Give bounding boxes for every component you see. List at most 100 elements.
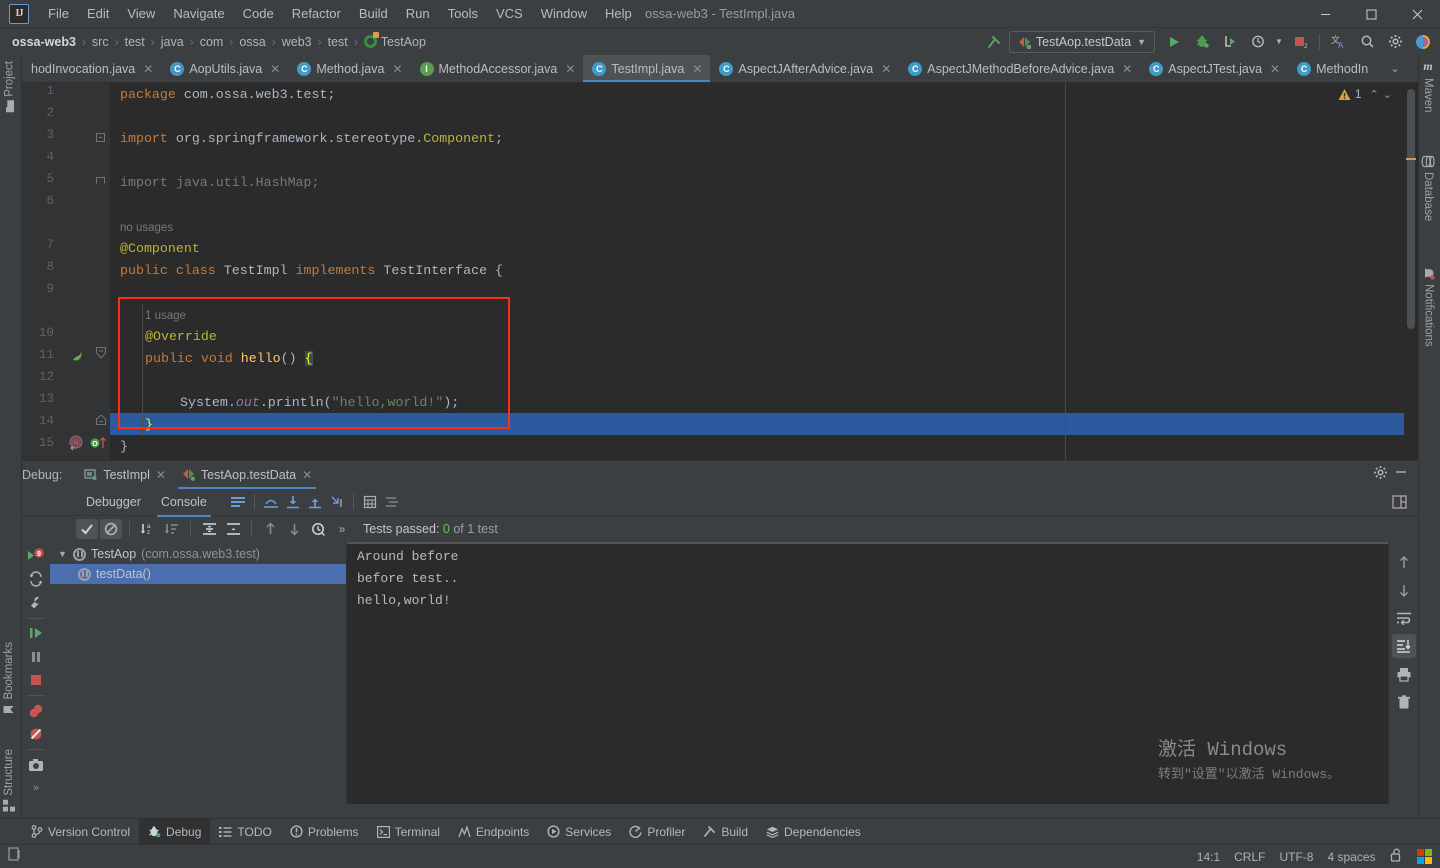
more-icon[interactable]: » [23, 776, 49, 800]
maximize-button[interactable] [1348, 0, 1394, 28]
close-icon[interactable]: ✕ [143, 62, 153, 76]
sidebar-item-structure[interactable]: Structure [3, 749, 15, 812]
trash-icon[interactable] [1392, 690, 1416, 714]
menu-run[interactable]: Run [397, 3, 439, 24]
evaluate-expression-icon[interactable] [359, 492, 381, 512]
run-with-coverage-icon[interactable] [1217, 31, 1243, 53]
editor-scrollbar[interactable] [1404, 83, 1418, 460]
editor-code-area[interactable]: package com.ossa.web3.test; import org.s… [110, 83, 1418, 460]
sidebar-item-maven[interactable]: m Maven [1422, 59, 1434, 113]
step-out-icon[interactable] [260, 492, 282, 512]
close-icon[interactable]: ✕ [156, 468, 166, 482]
run-icon[interactable] [1161, 31, 1187, 53]
menu-tools[interactable]: Tools [439, 3, 487, 24]
prev-problem-icon[interactable]: ⌃ [1370, 88, 1379, 101]
close-icon[interactable]: ✕ [881, 62, 891, 76]
menu-edit[interactable]: Edit [78, 3, 118, 24]
print-icon[interactable] [1392, 662, 1416, 686]
chevron-down-icon[interactable]: ▼ [1273, 31, 1285, 53]
breadcrumb-item-test[interactable]: test [121, 33, 149, 51]
tool-window-build[interactable]: Build [694, 819, 757, 845]
search-icon[interactable] [1354, 31, 1380, 53]
indent-setting[interactable]: 4 spaces [1327, 850, 1375, 864]
ide-assistant-icon[interactable] [1410, 31, 1436, 53]
translate-icon[interactable]: 文A [1326, 31, 1352, 53]
close-icon[interactable]: ✕ [302, 468, 312, 482]
test-tree-row-testaop[interactable]: ▼ TestAop (com.ossa.web3.test) [50, 544, 346, 564]
tool-window-todo[interactable]: TODO [210, 819, 280, 845]
history-icon[interactable] [307, 519, 329, 539]
caret-position[interactable]: 14:1 [1197, 850, 1220, 864]
fold-region-end-icon[interactable] [96, 414, 106, 429]
breadcrumb-item-src[interactable]: src [88, 33, 113, 51]
close-button[interactable] [1394, 0, 1440, 28]
scroll-to-end-icon[interactable] [1391, 634, 1416, 658]
next-problem-icon[interactable]: ⌄ [1383, 88, 1392, 101]
sidebar-item-bookmarks[interactable]: Bookmarks [3, 642, 15, 716]
stop-icon[interactable]: 2 [1287, 31, 1313, 53]
more-icon[interactable]: » [331, 519, 353, 539]
down-arrow-icon[interactable] [1392, 578, 1416, 602]
sort-by-duration-icon[interactable] [161, 519, 183, 539]
menu-vcs[interactable]: VCS [487, 3, 532, 24]
editor-tab-method[interactable]: C Method.java ✕ [288, 55, 410, 82]
menu-refactor[interactable]: Refactor [283, 3, 350, 24]
step-over-icon[interactable] [23, 621, 49, 645]
console-output[interactable]: Around before before test.. hello,world!… [347, 542, 1388, 804]
test-results-tree[interactable]: ▼ TestAop (com.ossa.web3.test) testData(… [50, 542, 347, 804]
muted-breakpoint-icon[interactable]: Ⓜ [68, 435, 86, 457]
spring-bean-icon[interactable] [70, 349, 84, 367]
warning-marker[interactable] [1406, 158, 1416, 160]
layout-settings-icon[interactable] [1388, 492, 1410, 512]
prev-failed-icon[interactable] [259, 519, 281, 539]
code-editor[interactable]: 1 2 3 4 5 6 7 8 9 10 11 12 13 14 15 Ⓜ O … [22, 83, 1418, 495]
menu-window[interactable]: Window [532, 3, 596, 24]
breadcrumb-item-java[interactable]: java [157, 33, 188, 51]
chevron-down-icon[interactable]: ▼ [58, 549, 68, 559]
soft-wrap-icon[interactable] [1392, 606, 1416, 630]
line-separator[interactable]: CRLF [1234, 850, 1265, 864]
close-icon[interactable]: ✕ [1270, 62, 1280, 76]
build-hammer-icon[interactable] [981, 31, 1007, 53]
tool-window-endpoints[interactable]: Endpoints [449, 819, 538, 845]
menu-view[interactable]: View [118, 3, 164, 24]
breadcrumb-item-web3[interactable]: web3 [278, 33, 316, 51]
sort-alphabetically-icon[interactable]: az [137, 519, 159, 539]
menu-file[interactable]: File [39, 3, 78, 24]
minimize-button[interactable] [1302, 0, 1348, 28]
chevron-down-icon[interactable]: ⌄ [1382, 58, 1408, 80]
step-up-icon[interactable] [304, 492, 326, 512]
collapse-all-icon[interactable] [222, 519, 244, 539]
show-passed-icon[interactable] [76, 519, 98, 539]
inspection-widget[interactable]: 1 ⌃ ⌄ [1338, 87, 1392, 101]
view-breakpoints-icon[interactable] [23, 699, 49, 723]
editor-tab-aspectjtest[interactable]: C AspectJTest.java ✕ [1140, 55, 1288, 82]
editor-tab-methodaccessor[interactable]: I MethodAccessor.java ✕ [411, 55, 584, 82]
resume-program-icon[interactable]: 9 [23, 544, 49, 568]
settings-wrench-icon[interactable] [23, 591, 49, 615]
restore-layout-icon[interactable] [23, 568, 49, 592]
run-configuration-selector[interactable]: TestAop.testData ▼ [1008, 30, 1155, 53]
editor-tab-testimpl[interactable]: C TestImpl.java ✕ [583, 55, 711, 82]
stop-icon[interactable] [23, 669, 49, 693]
close-icon[interactable]: ✕ [565, 62, 575, 76]
sidebar-item-project[interactable]: Project [3, 61, 16, 113]
fold-marker-collapsed-icon[interactable] [96, 176, 105, 190]
override-method-icon[interactable]: O [90, 435, 108, 455]
editor-tab-aoputils[interactable]: C AopUtils.java ✕ [161, 55, 288, 82]
menu-build[interactable]: Build [350, 3, 397, 24]
tool-window-terminal[interactable]: Terminal [368, 819, 449, 845]
breadcrumb-item-com[interactable]: com [196, 33, 228, 51]
file-encoding[interactable]: UTF-8 [1279, 850, 1313, 864]
editor-tab-methodinvocation[interactable]: hodInvocation.java ✕ [22, 55, 161, 82]
close-icon[interactable]: ✕ [1122, 62, 1132, 76]
up-arrow-icon[interactable] [1392, 550, 1416, 574]
menu-navigate[interactable]: Navigate [164, 3, 233, 24]
tool-window-profiler[interactable]: Profiler [620, 819, 694, 845]
tool-window-dependencies[interactable]: Dependencies [757, 819, 870, 845]
debug-subtab-console[interactable]: Console [151, 491, 217, 517]
tool-window-version-control[interactable]: Version Control [22, 819, 139, 845]
profiler-icon[interactable] [1245, 31, 1271, 53]
sidebar-item-database[interactable]: Database [1421, 155, 1435, 221]
debug-tab-testimpl[interactable]: TestImpl ✕ [76, 461, 174, 489]
